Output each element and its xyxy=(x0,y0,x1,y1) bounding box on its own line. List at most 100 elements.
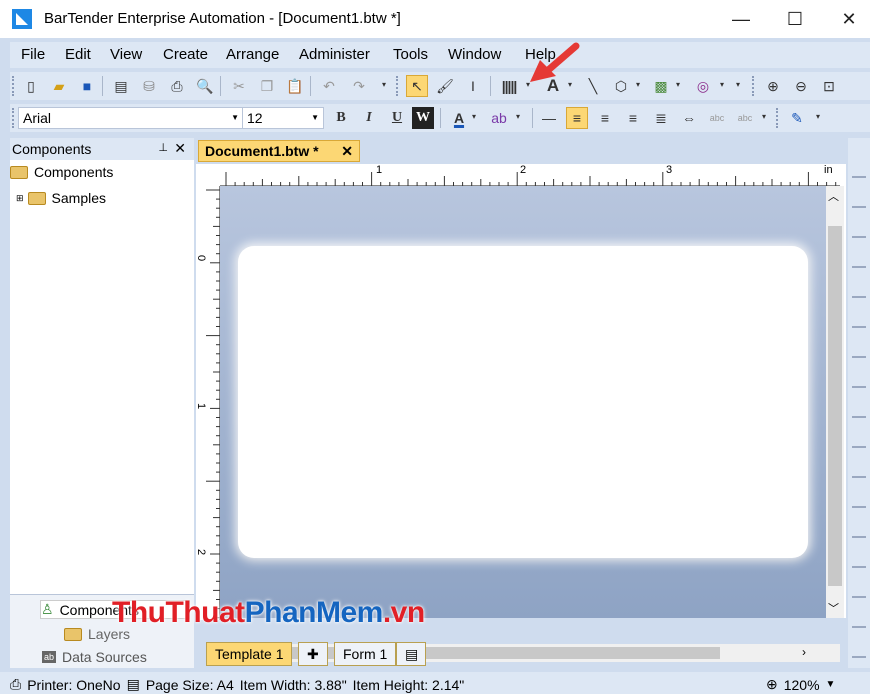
folder-icon xyxy=(27,191,46,205)
justify-icon[interactable]: ≣ xyxy=(650,107,672,129)
align-left-icon[interactable]: ≡ xyxy=(566,107,588,129)
zoom-in-icon[interactable]: ⊕ xyxy=(762,75,784,97)
cut-icon[interactable]: ✂ xyxy=(228,75,250,97)
new-icon[interactable]: ▯ xyxy=(20,75,42,97)
horizontal-ruler: 1 2 3 in xyxy=(220,164,840,186)
print-setup-icon[interactable]: ▤ xyxy=(110,75,132,97)
word-wrap-button[interactable]: W xyxy=(412,107,434,129)
menu-file[interactable]: File xyxy=(21,46,45,63)
tree-item-samples[interactable]: ⊞ Samples xyxy=(16,190,106,206)
shape-dropdown-icon[interactable]: ▾ xyxy=(636,80,640,89)
bold-button[interactable]: B xyxy=(330,107,352,129)
undo-icon[interactable]: ↶ xyxy=(318,75,340,97)
menu-create[interactable]: Create xyxy=(163,46,208,63)
data-sources-icon: ab xyxy=(42,651,57,663)
close-button[interactable]: ✕ xyxy=(826,0,870,38)
picture-icon[interactable]: ▩ xyxy=(650,75,672,97)
ruler-label: 2 xyxy=(195,548,208,556)
underline-button[interactable]: U xyxy=(386,107,408,129)
chevron-down-icon: ▼ xyxy=(231,113,239,122)
database-icon[interactable]: ⛁ xyxy=(138,75,160,97)
add-form-icon[interactable]: ▤ xyxy=(396,642,426,666)
zoom-control[interactable]: ⊕ 120% ▼ xyxy=(766,676,835,693)
scroll-right-icon[interactable]: › xyxy=(802,645,806,659)
rfid-dropdown-icon[interactable]: ▾ xyxy=(720,80,724,89)
scroll-thumb[interactable] xyxy=(828,226,842,586)
layers-icon xyxy=(64,627,82,641)
font-name-select[interactable]: Arial ▼ xyxy=(18,107,244,129)
tab-form-1[interactable]: Form 1 xyxy=(334,642,397,666)
highlight-dropdown-icon[interactable]: ▾ xyxy=(516,112,520,121)
tab-label: Data Sources xyxy=(62,649,147,665)
font-color-dropdown-icon[interactable]: ▾ xyxy=(472,112,476,121)
pen-icon[interactable]: ✎ xyxy=(786,107,808,129)
chevron-down-icon[interactable]: ▼ xyxy=(826,679,836,690)
text-vertical-icon[interactable]: abc xyxy=(734,107,756,129)
rfid-icon[interactable]: ◎ xyxy=(692,75,714,97)
shape-icon[interactable]: ⬡ xyxy=(610,75,632,97)
zoom-level: 120% xyxy=(783,676,820,693)
menu-view[interactable]: View xyxy=(110,46,142,63)
text-orientation-icon[interactable]: abc xyxy=(706,107,728,129)
document-area: Document1.btw * ✕ 1 2 3 in 0 1 2 ︿ ﹀ › xyxy=(195,138,848,668)
expand-icon[interactable]: ⊞ xyxy=(16,193,24,204)
add-template-icon[interactable]: ✚ xyxy=(298,642,328,666)
redo-icon[interactable]: ↷ xyxy=(348,75,370,97)
align-center-icon[interactable]: ≡ xyxy=(594,107,616,129)
paste-icon[interactable]: 📋 xyxy=(284,75,306,97)
vertical-scrollbar[interactable]: ︿ ﹀ xyxy=(826,186,844,618)
components-icon xyxy=(10,165,28,179)
barcode-icon[interactable]: ||||| xyxy=(498,75,520,97)
italic-button[interactable]: I xyxy=(358,107,380,129)
fit-text-icon[interactable]: ⇔ xyxy=(678,107,700,129)
menu-arrange[interactable]: Arrange xyxy=(226,46,279,63)
menu-tools[interactable]: Tools xyxy=(393,46,428,63)
zoom-fit-icon[interactable]: ⊡ xyxy=(818,75,840,97)
status-bar: ⎙ Printer: OneNo ▤ Page Size: A4 Item Wi… xyxy=(0,672,870,694)
tab-template-1[interactable]: Template 1 xyxy=(206,642,293,666)
font-color-button[interactable]: A xyxy=(448,107,470,129)
line-icon[interactable]: ╲ xyxy=(582,75,604,97)
save-icon[interactable]: ■ xyxy=(76,75,98,97)
picture-dropdown-icon[interactable]: ▾ xyxy=(676,80,680,89)
font-size-select[interactable]: 12 ▼ xyxy=(242,107,324,129)
menu-edit[interactable]: Edit xyxy=(65,46,91,63)
toolbar-grip[interactable] xyxy=(12,76,15,96)
menu-administer[interactable]: Administer xyxy=(299,46,370,63)
toolbar-options-icon-2[interactable]: ▾ xyxy=(736,80,740,89)
scroll-up-icon[interactable]: ︿ xyxy=(828,188,839,204)
document-tab-label: Document1.btw * xyxy=(205,143,319,159)
pin-icon[interactable]: ⊥ xyxy=(158,141,168,154)
zoom-out-icon[interactable]: ⊖ xyxy=(790,75,812,97)
scroll-down-icon[interactable]: ﹀ xyxy=(828,600,839,616)
menu-window[interactable]: Window xyxy=(448,46,501,63)
tree-item-components[interactable]: Components xyxy=(10,164,113,180)
copy-icon[interactable]: ❐ xyxy=(256,75,278,97)
toolbar-options-icon[interactable]: ▾ xyxy=(382,80,386,89)
document-tab[interactable]: Document1.btw * ✕ xyxy=(198,140,360,162)
maximize-button[interactable]: ☐ xyxy=(772,0,818,38)
pen-dropdown-icon[interactable]: ▾ xyxy=(816,112,820,121)
print-icon[interactable]: ⎙ xyxy=(166,75,188,97)
align-right-icon[interactable]: ≡ xyxy=(622,107,644,129)
text-cursor-icon[interactable]: I xyxy=(462,75,484,97)
workspace[interactable] xyxy=(220,186,826,618)
label-template[interactable] xyxy=(238,246,808,558)
ruler-label: 0 xyxy=(195,254,208,262)
highlight-icon[interactable]: ab xyxy=(488,107,510,129)
format-painter-icon[interactable]: 🖌 xyxy=(434,75,456,97)
ruler-label: 3 xyxy=(666,164,673,176)
horizontal-line-icon[interactable]: — xyxy=(538,107,560,129)
tab-data-sources[interactable]: ab Data Sources xyxy=(42,649,147,665)
panel-title: Components xyxy=(12,141,92,157)
open-icon[interactable]: ▰ xyxy=(48,75,70,97)
document-close-icon[interactable]: ✕ xyxy=(341,143,353,160)
align-tools[interactable] xyxy=(852,158,866,658)
toolbar-options-icon-3[interactable]: ▾ xyxy=(762,112,766,121)
print-preview-icon[interactable]: 🔍 xyxy=(194,75,216,97)
select-pointer-icon[interactable]: ↖ xyxy=(406,75,428,97)
minimize-button[interactable]: — xyxy=(718,0,764,38)
components-tab-icon: ♙ xyxy=(41,601,54,617)
panel-close-icon[interactable]: ✕ xyxy=(174,140,186,157)
vertical-ruler: 0 1 2 xyxy=(195,186,220,620)
